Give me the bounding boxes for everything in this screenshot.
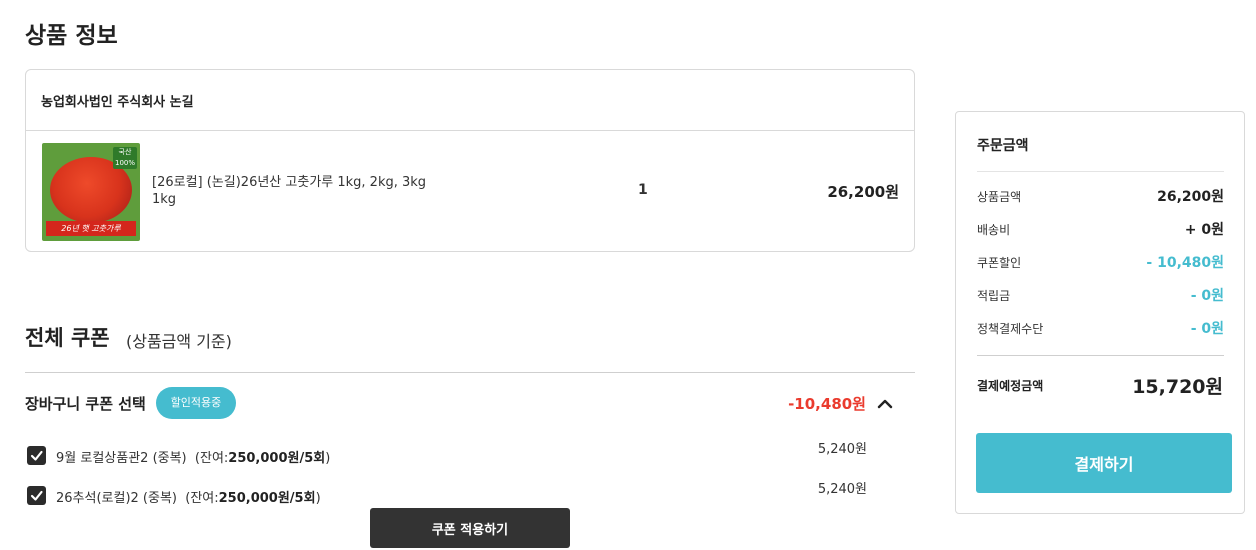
product-name[interactable]: [26로컬] (논길)26년산 고춧가루 1kg, 2kg, 3kg 1kg bbox=[152, 174, 442, 208]
cart-coupon-label: 장바구니 쿠폰 선택 bbox=[25, 395, 146, 413]
domestic-badge: 국산 100% bbox=[113, 147, 137, 169]
coupon-item: 9월 로컬상품관2 (중복) (잔여:250,000원/5회) 5,240원 bbox=[27, 442, 887, 466]
apply-coupon-button[interactable]: 쿠폰 적용하기 bbox=[370, 508, 570, 548]
summary-row-product-amount: 상품금액 26,200원 bbox=[977, 186, 1224, 206]
coupon-section-subtitle: (상품금액 기준) bbox=[126, 332, 232, 351]
coupon-remain-prefix: (잔여: bbox=[194, 451, 229, 466]
summary-title: 주문금액 bbox=[977, 138, 1029, 154]
checkmark-icon bbox=[30, 450, 43, 461]
coupon-name: 9월 로컬상품관2 (중복) bbox=[56, 451, 187, 466]
pay-button[interactable]: 결제하기 bbox=[976, 433, 1232, 493]
coupon-section-title: 전체 쿠폰 bbox=[25, 326, 110, 350]
summary-row-label: 적립금 bbox=[977, 289, 1011, 303]
summary-row-value: 26,200원 bbox=[1157, 189, 1224, 205]
coupon-description: 9월 로컬상품관2 (중복) (잔여:250,000원/5회) bbox=[56, 447, 330, 466]
summary-row-label: 상품금액 bbox=[977, 190, 1022, 204]
summary-divider bbox=[977, 171, 1224, 172]
product-thumbnail[interactable]: 국산 100% 26년 햇 고춧가루 bbox=[42, 143, 140, 241]
checkmark-icon bbox=[30, 490, 43, 501]
summary-row-points: 적립금 - 0원 bbox=[977, 285, 1224, 305]
summary-row-value: + 0원 bbox=[1184, 222, 1224, 238]
product-price: 26,200원 bbox=[827, 183, 899, 201]
product-box: 농업회사법인 주식회사 논길 국산 100% 26년 햇 고춧가루 [26로컬]… bbox=[25, 69, 915, 252]
coupon-remain-value: 250,000원/5회 bbox=[228, 451, 326, 466]
product-section-title: 상품 정보 bbox=[25, 23, 118, 49]
coupon-item: 26추석(로컬)2 (중복) (잔여:250,000원/5회) 5,240원 bbox=[27, 482, 887, 506]
summary-row-coupon-discount: 쿠폰할인 - 10,480원 bbox=[977, 252, 1224, 272]
product-quantity: 1 bbox=[638, 182, 648, 198]
summary-row-label: 정책결제수단 bbox=[977, 322, 1044, 336]
chevron-up-icon[interactable] bbox=[874, 393, 896, 413]
discount-applied-badge: 할인적용중 bbox=[156, 387, 236, 419]
cart-coupon-discount-total: -10,480원 bbox=[788, 395, 866, 413]
coupon-amount: 5,240원 bbox=[817, 482, 867, 497]
coupon-checkbox[interactable] bbox=[27, 446, 46, 465]
seller-name: 농업회사법인 주식회사 논길 bbox=[26, 70, 914, 131]
summary-row-value: - 0원 bbox=[1190, 321, 1224, 337]
summary-row-value: - 10,480원 bbox=[1146, 255, 1224, 271]
coupon-remain-suffix: ) bbox=[325, 451, 331, 466]
coupon-description: 26추석(로컬)2 (중복) (잔여:250,000원/5회) bbox=[56, 487, 321, 506]
summary-row-label: 쿠폰할인 bbox=[977, 256, 1022, 270]
coupon-amount: 5,240원 bbox=[817, 442, 867, 457]
thumbnail-caption: 26년 햇 고춧가루 bbox=[46, 221, 136, 236]
product-item-row: 국산 100% 26년 햇 고춧가루 [26로컬] (논길)26년산 고춧가루 … bbox=[26, 131, 914, 252]
total-amount-value: 15,720원 bbox=[1132, 376, 1223, 398]
summary-row-value: - 0원 bbox=[1190, 288, 1224, 304]
coupon-remain-suffix: ) bbox=[315, 491, 321, 506]
order-summary-panel: 주문금액 상품금액 26,200원 배송비 + 0원 쿠폰할인 - 10,480… bbox=[955, 111, 1245, 514]
coupon-name: 26추석(로컬)2 (중복) bbox=[56, 491, 177, 506]
coupon-divider bbox=[25, 372, 915, 373]
summary-row-policy-payment: 정책결제수단 - 0원 bbox=[977, 318, 1224, 338]
total-amount-label: 결제예정금액 bbox=[977, 379, 1044, 393]
summary-row-shipping: 배송비 + 0원 bbox=[977, 219, 1224, 239]
coupon-remain-value: 250,000원/5회 bbox=[218, 491, 316, 506]
coupon-remain-prefix: (잔여: bbox=[185, 491, 219, 506]
coupon-checkbox[interactable] bbox=[27, 486, 46, 505]
summary-divider bbox=[977, 355, 1224, 356]
summary-row-label: 배송비 bbox=[977, 223, 1011, 237]
